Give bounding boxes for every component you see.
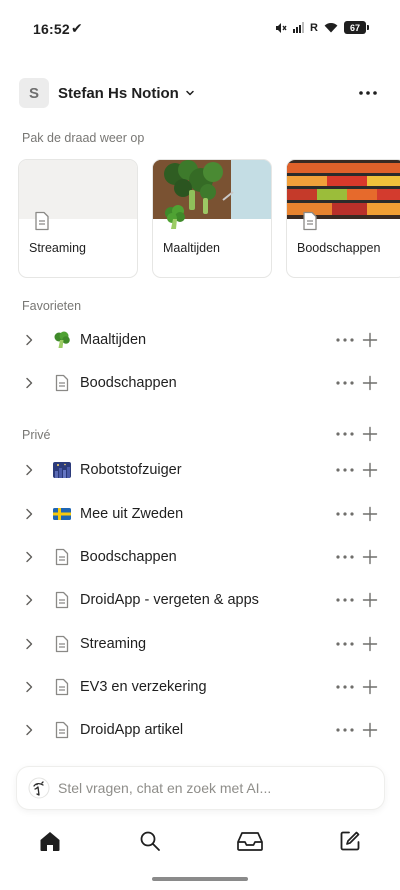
tab-search[interactable]	[137, 828, 163, 854]
chevron-down-icon	[186, 90, 194, 96]
sweden-flag-icon	[53, 505, 71, 523]
chevron-right-icon[interactable]	[24, 724, 34, 736]
page-icon	[55, 591, 69, 609]
page-icon	[35, 211, 49, 231]
status-icons: R 67	[275, 21, 369, 34]
plus-icon[interactable]	[362, 636, 378, 652]
page-icon	[55, 374, 69, 392]
page-icon	[303, 211, 317, 231]
more-horizontal-icon[interactable]	[335, 379, 355, 387]
chevron-right-icon[interactable]	[24, 464, 34, 476]
battery-icon: 67	[344, 21, 369, 34]
recent-card-maaltijden[interactable]: Maaltijden	[152, 159, 272, 278]
private-heading: Privé	[22, 428, 51, 442]
wifi-icon	[324, 23, 338, 33]
sidebar-item-label: Boodschappen	[80, 375, 177, 391]
sidebar-item-droidapp-vergeten[interactable]: DroidApp - vergeten & apps	[0, 583, 400, 617]
sidebar-item-ev3-verzekering[interactable]: EV3 en verzekering	[0, 670, 400, 704]
recent-heading: Pak de draad weer op	[22, 131, 145, 145]
plus-icon[interactable]	[362, 462, 378, 478]
sidebar-item-label: Boodschappen	[80, 549, 177, 565]
plus-icon[interactable]	[362, 592, 378, 608]
night-image-icon	[53, 461, 71, 479]
plus-icon[interactable]	[362, 375, 378, 391]
sidebar-item-boodschappen-fav[interactable]: Boodschappen	[0, 366, 400, 400]
more-horizontal-icon[interactable]	[335, 466, 355, 474]
more-options-button[interactable]	[356, 84, 380, 102]
more-horizontal-icon[interactable]	[335, 640, 355, 648]
tab-new-page[interactable]	[337, 828, 363, 854]
sidebar-item-boodschappen[interactable]: Boodschappen	[0, 540, 400, 574]
mute-icon	[276, 22, 287, 33]
chevron-right-icon[interactable]	[24, 377, 34, 389]
page-icon	[55, 721, 69, 739]
page-icon	[55, 548, 69, 566]
status-time: 16:52	[33, 21, 70, 37]
chevron-right-icon[interactable]	[24, 551, 34, 563]
sidebar-item-label: DroidApp artikel	[80, 722, 184, 738]
sidebar-item-droidapp-artikel[interactable]: DroidApp artikel	[0, 713, 400, 747]
chevron-right-icon[interactable]	[24, 334, 34, 346]
bottom-tab-bar	[0, 822, 400, 862]
private-section-actions	[335, 426, 380, 442]
plus-icon[interactable]	[362, 332, 378, 348]
sidebar-item-label: EV3 en verzekering	[80, 679, 207, 695]
ask-ai-bar[interactable]: Stel vragen, chat en zoek met AI...	[17, 767, 384, 809]
recent-cards: Streaming Maaltijden Boodschappen	[18, 159, 400, 278]
signal-icon	[293, 22, 305, 33]
more-horizontal-icon	[359, 91, 377, 95]
check-icon: ✔	[71, 20, 83, 36]
chevron-right-icon[interactable]	[24, 594, 34, 606]
sidebar-item-label: Maaltijden	[80, 332, 147, 348]
status-bar: 16:52 ✔ R 67	[0, 0, 400, 58]
workspace-switcher[interactable]: S Stefan Hs Notion	[19, 78, 195, 108]
new-page-icon	[340, 831, 360, 851]
more-horizontal-icon[interactable]	[335, 726, 355, 734]
sidebar-item-label: Mee uit Zweden	[80, 506, 184, 522]
plus-icon[interactable]	[362, 722, 378, 738]
plus-icon[interactable]	[362, 679, 378, 695]
sidebar-item-streaming[interactable]: Streaming	[0, 627, 400, 661]
more-horizontal-icon[interactable]	[335, 430, 355, 438]
home-indicator	[152, 877, 248, 881]
page-icon	[55, 678, 69, 696]
sidebar-item-robotstofzuiger[interactable]: Robotstofzuiger	[0, 453, 400, 487]
plus-icon[interactable]	[362, 549, 378, 565]
workspace-name: Stefan Hs Notion	[58, 84, 179, 102]
plus-icon[interactable]	[362, 426, 378, 442]
more-horizontal-icon[interactable]	[335, 553, 355, 561]
inbox-icon	[237, 832, 263, 851]
ask-ai-placeholder: Stel vragen, chat en zoek met AI...	[58, 780, 272, 796]
card-title: Streaming	[29, 241, 86, 255]
chevron-right-icon[interactable]	[24, 681, 34, 693]
sidebar-item-label: Robotstofzuiger	[80, 462, 182, 478]
tab-inbox[interactable]	[237, 828, 263, 854]
search-icon	[140, 831, 160, 851]
notion-ai-icon	[28, 777, 50, 799]
more-horizontal-icon[interactable]	[335, 510, 355, 518]
more-horizontal-icon[interactable]	[335, 683, 355, 691]
home-icon	[40, 832, 60, 851]
workspace-avatar: S	[19, 78, 49, 108]
chevron-right-icon[interactable]	[24, 638, 34, 650]
broccoli-icon	[53, 331, 71, 349]
card-title: Maaltijden	[163, 241, 220, 255]
card-title: Boodschappen	[297, 241, 381, 255]
carrier-label: R	[310, 21, 318, 34]
sidebar-item-maaltijden[interactable]: Maaltijden	[0, 323, 400, 357]
sidebar-item-label: DroidApp - vergeten & apps	[80, 592, 259, 608]
plus-icon[interactable]	[362, 506, 378, 522]
favorites-heading: Favorieten	[22, 299, 82, 313]
sidebar-item-mee-uit-zweden[interactable]: Mee uit Zweden	[0, 497, 400, 531]
recent-card-boodschappen[interactable]: Boodschappen	[286, 159, 400, 278]
tab-home[interactable]	[37, 828, 63, 854]
sidebar-item-label: Streaming	[80, 636, 147, 652]
more-horizontal-icon[interactable]	[335, 336, 355, 344]
more-horizontal-icon[interactable]	[335, 596, 355, 604]
chevron-right-icon[interactable]	[24, 508, 34, 520]
broccoli-icon	[165, 205, 185, 229]
recent-card-streaming[interactable]: Streaming	[18, 159, 138, 278]
page-icon	[55, 635, 69, 653]
